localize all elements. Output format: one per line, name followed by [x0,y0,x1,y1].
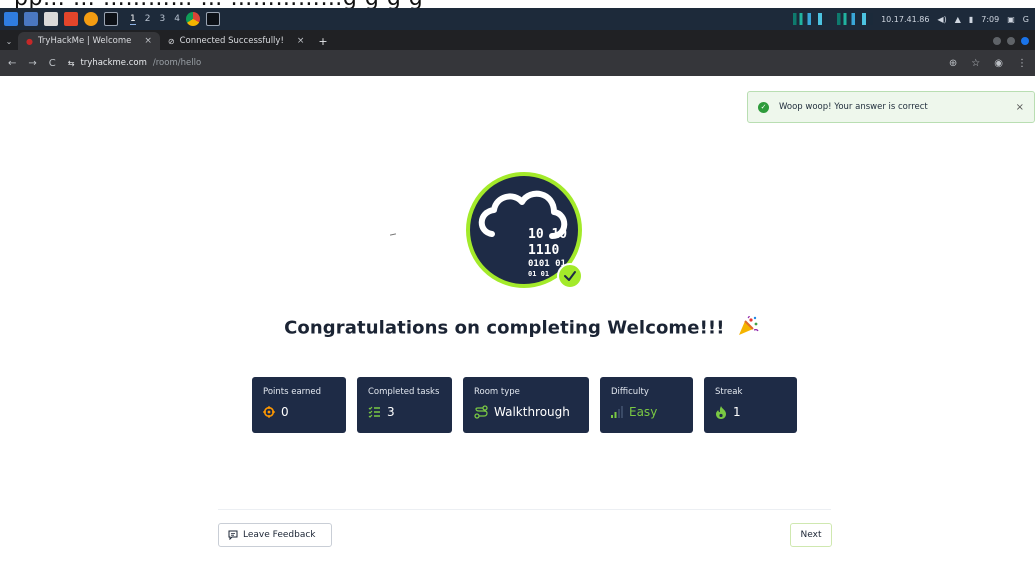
chrome-icon[interactable] [185,12,200,26]
pdf-icon[interactable] [64,12,78,26]
next-label: Next [800,530,822,540]
stat-value: 1 [733,405,741,419]
next-button[interactable]: Next [790,523,832,547]
badge-line-4: 01 01 [528,270,549,278]
stat-label: Streak [715,387,743,397]
completed-check-icon [557,263,583,289]
new-tab-button[interactable]: + [312,32,333,50]
stat-room-type: Room type Walkthrough [463,377,589,433]
stat-value: 0 [281,405,289,419]
caption-strip: pp… … ………… … ……………g g g g [0,0,1035,8]
stat-value: 3 [387,405,395,419]
stat-label: Completed tasks [368,387,440,397]
stat-value: Walkthrough [494,405,570,419]
files-icon[interactable] [24,12,38,26]
flame-icon [716,405,726,419]
ip-address: 10.17.41.86 [881,14,930,24]
toast-close-button[interactable]: × [1016,102,1024,113]
workspace-2[interactable]: 2 [145,14,151,25]
clock: 7:09 [981,14,1000,24]
toast-message: Woop woop! Your answer is correct [779,102,928,112]
success-toast: ✓ Woop woop! Your answer is correct × [747,91,1035,123]
route-icon [474,405,488,419]
feedback-label: Leave Feedback [243,530,316,540]
signal-icon [611,406,623,418]
stat-value: Easy [629,405,658,419]
profile-icon[interactable]: ◉ [994,58,1003,69]
os-menu-icon[interactable] [4,12,18,26]
globe-favicon-icon: ⊘ [167,36,175,46]
lock-icon[interactable]: ▣ [1007,15,1015,24]
badge-line-2: 1110 [528,243,559,258]
battery-icon: ▮ [968,14,974,24]
tab-search-chevron-icon[interactable]: ⌄ [0,32,18,50]
terminal-icon[interactable] [104,12,118,26]
leave-feedback-button[interactable]: Leave Feedback [218,523,332,547]
divider [218,509,831,510]
notification-bell-icon[interactable]: ▲ [955,15,961,24]
stat-label: Room type [474,387,520,397]
stat-difficulty: Difficulty Easy [600,377,693,433]
workspace-3[interactable]: 3 [159,14,165,25]
zoom-icon[interactable]: ⊕ [949,58,957,69]
tab-tryhackme-welcome[interactable]: ● TryHackMe | Welcome × [18,32,160,50]
checklist-icon [368,406,380,418]
comment-icon [228,530,238,540]
close-window-button[interactable] [1021,37,1029,45]
cpu-graph [793,13,830,25]
bookmark-star-icon[interactable]: ☆ [971,58,980,69]
stray-mark [389,233,397,236]
network-graph [837,13,874,25]
browser-menu-icon[interactable]: ⋮ [1017,58,1027,69]
page-content: ✓ Woop woop! Your answer is correct × 10… [8,76,1035,581]
volume-icon[interactable]: ◀) [937,15,946,24]
text-editor-icon[interactable] [44,12,58,26]
site-info-icon[interactable]: ⇆ [68,59,75,68]
status-letter: G [1022,14,1029,24]
tryhackme-favicon-icon: ● [26,36,33,46]
check-circle-icon: ✓ [758,101,769,113]
address-bar: ← → C ⇆ tryhackme.com/room/hello ⊕ ☆ ◉ ⋮ [0,50,1035,76]
stat-label: Difficulty [611,387,649,397]
window-controls [993,32,1035,50]
stat-streak: Streak 1 [704,377,797,433]
url-field[interactable]: ⇆ tryhackme.com/room/hello [68,58,201,68]
title-text: Congratulations on completing Welcome!!! [284,317,725,339]
tab-label: TryHackMe | Welcome [37,36,132,46]
stat-completed-tasks: Completed tasks 3 [357,377,452,433]
stat-label: Points earned [263,387,322,397]
url-host: tryhackme.com [80,58,147,68]
reload-icon[interactable]: C [49,58,56,69]
minimize-button[interactable] [993,37,1001,45]
target-icon [263,406,275,418]
tab-close-icon[interactable]: × [297,36,305,46]
browser-tab-strip: ⌄ ● TryHackMe | Welcome × ⊘ Connected Su… [0,30,1035,50]
maximize-button[interactable] [1007,37,1015,45]
tab-connected-successfully[interactable]: ⊘ Connected Successfully! × [160,32,312,50]
stat-points-earned: Points earned 0 [252,377,346,433]
workspace-switcher[interactable]: 1 2 3 4 [130,14,180,25]
url-path: /room/hello [152,58,202,68]
workspace-1[interactable]: 1 [130,14,136,25]
party-popper-icon [737,314,759,341]
firefox-icon[interactable] [84,12,98,26]
badge-line-1: 10 10 [528,227,567,242]
forward-arrow-icon[interactable]: → [28,58,36,69]
os-taskbar: 1 2 3 4 10.17.41.86 ◀) ▲ ▮ 7:09 ▣ G [0,8,1035,30]
back-arrow-icon[interactable]: ← [8,58,16,69]
tab-close-icon[interactable]: × [144,36,152,46]
page-title: Congratulations on completing Welcome!!! [8,314,1035,341]
terminal-small-icon[interactable] [205,12,220,26]
stats-row: Points earned 0 Completed tasks 3 Room t… [252,377,797,433]
tab-label: Connected Successfully! [179,36,284,46]
caption-text: pp… … ………… … ……………g g g g [14,0,423,8]
workspace-4[interactable]: 4 [174,14,180,25]
